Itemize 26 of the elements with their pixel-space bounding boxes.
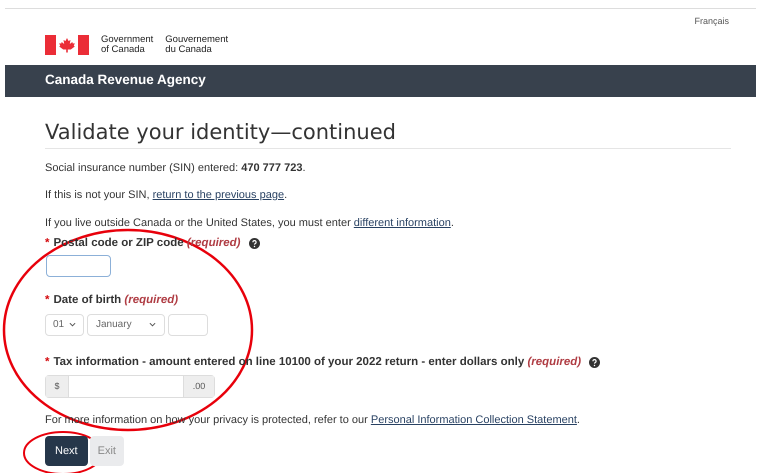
government-name: Gouvernement du Canada <box>165 34 228 54</box>
info-text: If you live outside Canada or the United States, you must enter different information. <box>45 216 455 230</box>
privacy-link[interactable]: Personal Information Collection Statement <box>370 414 577 426</box>
help-icon[interactable] <box>589 356 600 368</box>
canada-flag-icon <box>45 34 89 54</box>
field-label: Date of birth (required) <box>53 293 178 308</box>
postal-code-field[interactable] <box>46 255 111 278</box>
info-text: Social insurance number (SIN) entered: 470 777 723. <box>45 160 306 176</box>
chevron-icon <box>149 322 156 327</box>
day-select[interactable]: 01 <box>45 314 84 336</box>
month-select[interactable]: January <box>87 314 165 336</box>
info-text: If this is not your SIN, return to the previous page. <box>45 188 288 203</box>
info-link[interactable]: return to the previous page <box>152 189 284 201</box>
required-asterisk: * <box>45 354 50 370</box>
required-asterisk: * <box>45 293 50 308</box>
required-asterisk: * <box>45 236 50 251</box>
agency-name[interactable]: Canada Revenue Agency <box>45 70 206 91</box>
amount-field[interactable]: $ .00 <box>45 374 215 398</box>
government-name: Government of Canada <box>101 34 154 54</box>
next-button[interactable]: Next <box>45 436 88 466</box>
chevron-icon <box>69 322 76 327</box>
help-icon[interactable] <box>248 238 260 250</box>
year-field[interactable] <box>168 314 208 336</box>
info-link[interactable]: different information <box>354 216 451 228</box>
language-link[interactable]: Français <box>694 15 729 28</box>
page-heading: Validate your identity—continued <box>45 118 731 148</box>
